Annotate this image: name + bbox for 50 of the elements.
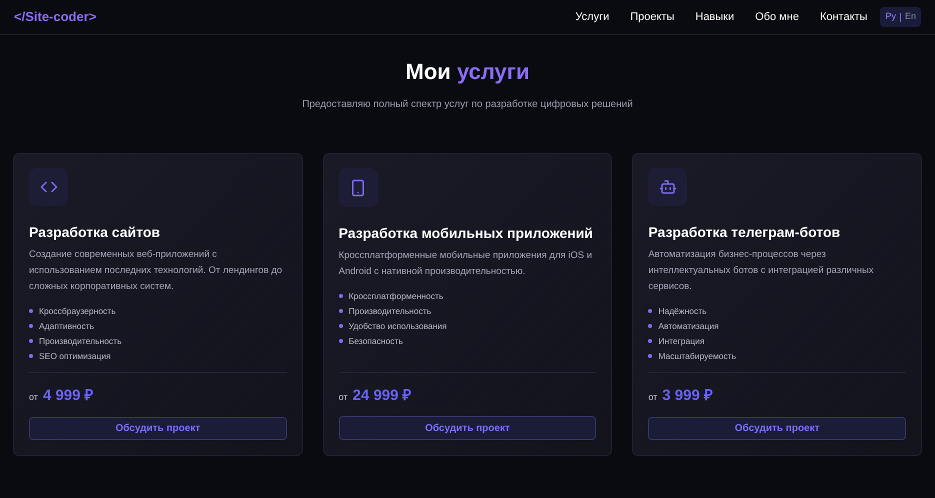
bullet-icon xyxy=(338,324,343,328)
bullet-icon xyxy=(29,339,33,344)
card-description: Кроссплатформенные мобильные приложения для iOS и Android с нативной производительностью. xyxy=(338,249,594,279)
robot-icon xyxy=(658,178,677,196)
card-title: Разработка мобильных приложений xyxy=(338,224,594,243)
feature-item: SEO оптимизация xyxy=(39,350,111,362)
card-title: Разработка сайтов xyxy=(29,223,161,242)
language-option[interactable]: Ру xyxy=(885,10,896,24)
feature-item: Интеграция xyxy=(658,335,704,348)
nav-link[interactable]: Услуги xyxy=(575,8,610,26)
price: 24 999 ₽ xyxy=(352,386,412,406)
feature-item: Масштабируемость xyxy=(658,350,736,362)
bullet-icon xyxy=(29,324,33,328)
feature-item: Производительность xyxy=(39,335,122,348)
language-option[interactable]: En xyxy=(904,10,916,24)
feature-item: Надёжность xyxy=(658,305,707,318)
feature-item: Кроссбраузерность xyxy=(39,305,116,318)
feature-item: Производительность xyxy=(348,305,432,317)
section-subtitle: Предоставляю полный спектр услуг по разработке цифровых решений xyxy=(301,98,634,112)
card-description: Создание современных веб-приложений с использованием последних технологий. От лендингов до сложных корпоративных систем. xyxy=(29,248,284,294)
price: 3 999 ₽ xyxy=(662,386,713,406)
price: 4 999 ₽ xyxy=(42,386,94,406)
price-prefix: от xyxy=(338,390,348,404)
price-prefix: от xyxy=(648,391,658,404)
bullet-icon xyxy=(338,309,343,313)
feature-item: Удобство использования xyxy=(348,320,447,332)
feature-item: Автоматизация xyxy=(658,320,719,332)
bullet-icon xyxy=(338,339,343,343)
feature-item: Безопасность xyxy=(348,335,403,347)
bullet-icon xyxy=(648,309,652,314)
price-prefix: от xyxy=(29,391,38,404)
feature-item: Адаптивность xyxy=(39,320,94,332)
bullet-icon xyxy=(29,309,33,314)
discuss-project-button[interactable]: Обсудить проект xyxy=(648,416,906,440)
discuss-project-button[interactable]: Обсудить проект xyxy=(338,416,596,440)
discuss-project-button[interactable]: Обсудить проект xyxy=(29,416,287,440)
bullet-icon xyxy=(29,354,33,358)
bullet-icon xyxy=(338,294,343,298)
nav-link[interactable]: Навыки xyxy=(695,8,734,26)
bullet-icon xyxy=(648,339,652,344)
feature-item: Кроссплатформенность xyxy=(348,290,444,302)
bullet-icon xyxy=(648,354,652,358)
card-description: Автоматизация бизнес-процессов через интеллектуальных ботов с интеграцией различных сервисов. xyxy=(648,248,875,294)
site-logo[interactable]: </Site-coder> xyxy=(14,7,96,27)
nav-link[interactable]: Проекты xyxy=(630,8,674,26)
card-title: Разработка телеграм-ботов xyxy=(648,223,842,242)
nav-link[interactable]: Обо мне xyxy=(755,8,799,26)
nav-link[interactable]: Контакты xyxy=(820,8,868,26)
bullet-icon xyxy=(648,324,652,328)
section-title: Мои услуги xyxy=(404,61,530,83)
